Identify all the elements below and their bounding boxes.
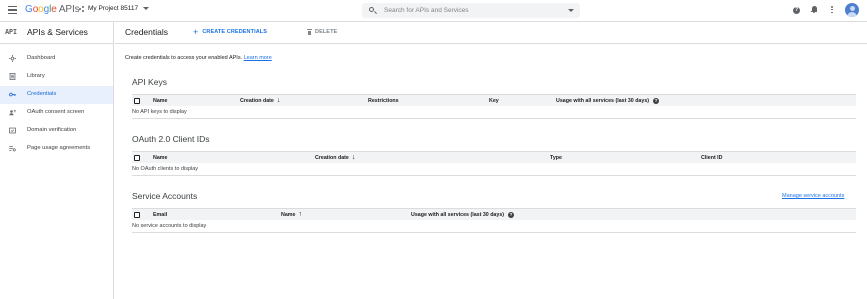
page-header: Credentials + CREATE CREDENTIALS DELETE [115, 22, 867, 44]
help-icon[interactable]: ? [653, 97, 660, 104]
sort-arrow-down-icon: ↓ [276, 97, 281, 104]
column-header-name[interactable]: Name ↑ [281, 211, 302, 218]
service-accounts-table-header: Email Name ↑ Usage with all services (las… [132, 208, 856, 220]
create-credentials-button[interactable]: + CREATE CREDENTIALS [193, 26, 267, 37]
sidebar-item-oauth-consent-screen[interactable]: OAuth consent screen [0, 104, 113, 122]
column-header-usage[interactable]: Usage with all services (last 30 days)? [556, 97, 660, 104]
column-header-client-id[interactable]: Client ID [701, 155, 722, 161]
api-badge-icon: API [5, 28, 17, 36]
delete-button[interactable]: DELETE [307, 29, 337, 35]
oauth-table-header: Name Creation date ↓ Type Client ID [132, 151, 856, 163]
search-input[interactable] [384, 5, 554, 16]
empty-state-row: No OAuth clients to display [132, 164, 856, 176]
manage-service-accounts-link[interactable]: Manage service accounts [782, 193, 844, 199]
sort-arrow-down-icon: ↓ [351, 154, 356, 161]
select-all-checkbox[interactable] [134, 211, 140, 218]
domain-icon [9, 127, 16, 134]
search-bar[interactable] [362, 3, 580, 18]
column-header-name[interactable]: Name [153, 155, 167, 161]
column-header-creation-date[interactable]: Creation date ↓ [315, 154, 356, 161]
key-icon [9, 92, 16, 97]
project-selector[interactable]: My Project 85117 [79, 5, 150, 12]
chevron-down-icon [143, 7, 150, 10]
search-icon [369, 7, 374, 12]
column-header-creation-date[interactable]: Creation date ↓ [240, 97, 281, 104]
api-keys-title: API Keys [132, 77, 167, 87]
sidebar-item-credentials[interactable]: Credentials [0, 86, 113, 104]
intro-text: Create credentials to access your enable… [125, 55, 272, 61]
sidebar-item-label: Page usage agreements [27, 145, 91, 151]
menu-icon[interactable] [8, 6, 17, 15]
sidebar-header: API APIs & Services [0, 22, 113, 44]
settings-list-icon [9, 146, 16, 152]
project-icon [79, 5, 85, 12]
empty-state-row: No API keys to display [132, 107, 856, 119]
select-all-checkbox[interactable] [134, 154, 140, 161]
sidebar-title: APIs & Services [27, 27, 88, 37]
page-title: Credentials [125, 27, 168, 37]
sidebar-item-label: OAuth consent screen [27, 109, 85, 115]
sidebar-item-library[interactable]: Library [0, 68, 113, 86]
plus-icon: + [193, 26, 199, 37]
consent-icon [9, 110, 16, 116]
main-content: Credentials + CREATE CREDENTIALS DELETE … [115, 22, 867, 299]
oauth-client-ids-title: OAuth 2.0 Client IDs [132, 134, 210, 144]
service-accounts-title: Service Accounts [132, 191, 198, 201]
api-keys-table-header: Name Creation date ↓ Restrictions Key Usa… [132, 94, 856, 106]
sort-arrow-up-icon: ↑ [298, 211, 302, 218]
sidebar-item-label: Library [27, 73, 45, 79]
column-header-type[interactable]: Type [550, 155, 562, 161]
search-dropdown-icon[interactable] [568, 9, 574, 12]
sidebar-item-label: Domain verification [27, 127, 77, 133]
notifications-icon[interactable] [811, 6, 817, 13]
column-header-usage[interactable]: Usage with all services (last 30 days)? [411, 211, 515, 218]
empty-state-row: No service accounts to display [132, 221, 856, 233]
more-options-icon[interactable] [831, 6, 833, 15]
sidebar-item-label: Dashboard [27, 55, 56, 61]
column-header-name[interactable]: Name [153, 98, 167, 104]
column-header-restrictions[interactable]: Restrictions [368, 98, 399, 104]
sidebar-item-dashboard[interactable]: Dashboard [0, 50, 113, 68]
sidebar-item-label: Credentials [27, 91, 57, 97]
learn-more-link[interactable]: Learn more [244, 55, 272, 61]
help-icon[interactable]: ? [793, 7, 800, 14]
library-icon [9, 73, 16, 80]
top-app-bar: Google APIs My Project 85117 ? [0, 0, 867, 22]
google-apis-logo[interactable]: Google APIs [25, 4, 80, 15]
sidebar-nav: Dashboard Library Credentials OAuth cons… [0, 50, 113, 158]
sidebar-item-domain-verification[interactable]: Domain verification [0, 122, 113, 140]
trash-icon [307, 29, 312, 35]
column-header-key[interactable]: Key [489, 98, 499, 104]
sidebar: API APIs & Services Dashboard Library Cr… [0, 22, 114, 299]
column-header-email[interactable]: Email [153, 212, 167, 218]
dashboard-icon [9, 55, 16, 62]
project-name: My Project 85117 [88, 5, 139, 12]
sidebar-item-page-usage-agreements[interactable]: Page usage agreements [0, 140, 113, 158]
select-all-checkbox[interactable] [134, 97, 140, 104]
avatar[interactable] [845, 3, 859, 17]
help-icon[interactable]: ? [508, 211, 515, 218]
